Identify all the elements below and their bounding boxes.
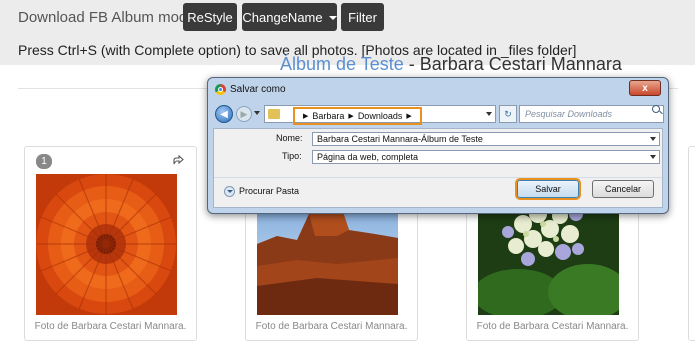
breadcrumb-separator-icon[interactable]: ▶ — [406, 112, 411, 120]
photo-card-partial[interactable] — [688, 146, 695, 341]
search-icon — [652, 105, 660, 113]
save-as-dialog: Salvar como x ◀ ▶ ▶ Barbara ▶ Downloads … — [207, 77, 669, 214]
chrome-icon — [215, 84, 226, 95]
expand-folders-icon[interactable] — [224, 186, 235, 197]
save-button[interactable]: Salvar — [515, 178, 581, 200]
name-label: Nome: — [276, 133, 303, 143]
breadcrumb-separator-icon[interactable]: ▶ — [348, 112, 353, 120]
photo-card[interactable]: 1 Foto de Barbara Cestari Mannara. — [24, 146, 197, 341]
changename-label: ChangeName — [242, 9, 323, 25]
dialog-divider — [214, 177, 662, 178]
filter-button[interactable]: Filter — [341, 3, 384, 31]
type-label: Tipo: — [282, 151, 302, 161]
changename-dropdown-button[interactable]: ChangeName — [242, 3, 337, 31]
address-bar[interactable]: ▶ Barbara ▶ Downloads ▶ — [264, 105, 496, 125]
filename-input[interactable]: Barbara Cestari Mannara-Álbum de Teste — [312, 132, 660, 146]
search-input[interactable]: Pesquisar Downloads — [519, 105, 664, 123]
back-arrow-icon[interactable]: ◀ — [215, 105, 233, 123]
album-title: Álbum de Teste - Barbara Cestari Mannara — [280, 54, 622, 75]
breadcrumb: ▶ Barbara ▶ Downloads ▶ — [293, 107, 422, 125]
restyle-button[interactable]: ReStyle — [183, 3, 237, 31]
photo-caption: Foto de Barbara Cestari Mannara. — [255, 321, 408, 332]
close-button[interactable]: x — [629, 80, 661, 96]
breadcrumb-separator-icon: ▶ — [303, 113, 309, 120]
breadcrumb-item-downloads[interactable]: Downloads — [358, 111, 403, 121]
recent-pages-dropdown-icon[interactable] — [254, 111, 260, 115]
refresh-icon[interactable]: ↻ — [499, 105, 517, 123]
album-link[interactable]: Álbum de Teste — [280, 54, 404, 74]
album-owner: Barbara Cestari Mannara — [419, 54, 622, 74]
address-dropdown-icon[interactable] — [486, 112, 492, 116]
photo-caption: Foto de Barbara Cestari Mannara. — [34, 321, 187, 332]
chevron-down-icon[interactable] — [650, 155, 656, 159]
filename-value: Barbara Cestari Mannara-Álbum de Teste — [317, 134, 483, 144]
share-icon[interactable] — [172, 154, 184, 166]
forward-arrow-icon[interactable]: ▶ — [236, 106, 252, 122]
filetype-select[interactable]: Página da web, completa — [312, 150, 660, 164]
brand-title: Download FB Album mod — [18, 9, 188, 26]
chevron-down-icon — [328, 16, 337, 20]
dialog-body: Nome: Barbara Cestari Mannara-Álbum de T… — [213, 128, 663, 208]
photo-orange-flower[interactable] — [36, 174, 177, 315]
album-title-separator: - — [403, 54, 420, 74]
navigation-bar: ◀ ▶ ▶ Barbara ▶ Downloads ▶ ↻ Pesquisar … — [212, 101, 664, 127]
chevron-down-icon[interactable] — [650, 137, 656, 141]
cancel-button[interactable]: Cancelar — [592, 180, 654, 198]
folder-icon — [268, 109, 280, 119]
photo-number-badge: 1 — [36, 154, 52, 169]
photo-caption: Foto de Barbara Cestari Mannara. — [476, 321, 629, 332]
filetype-value: Página da web, completa — [317, 152, 419, 162]
browse-folders-link[interactable]: Procurar Pasta — [239, 186, 299, 196]
dialog-title: Salvar como — [230, 84, 286, 95]
breadcrumb-item-barbara[interactable]: Barbara — [312, 111, 344, 121]
